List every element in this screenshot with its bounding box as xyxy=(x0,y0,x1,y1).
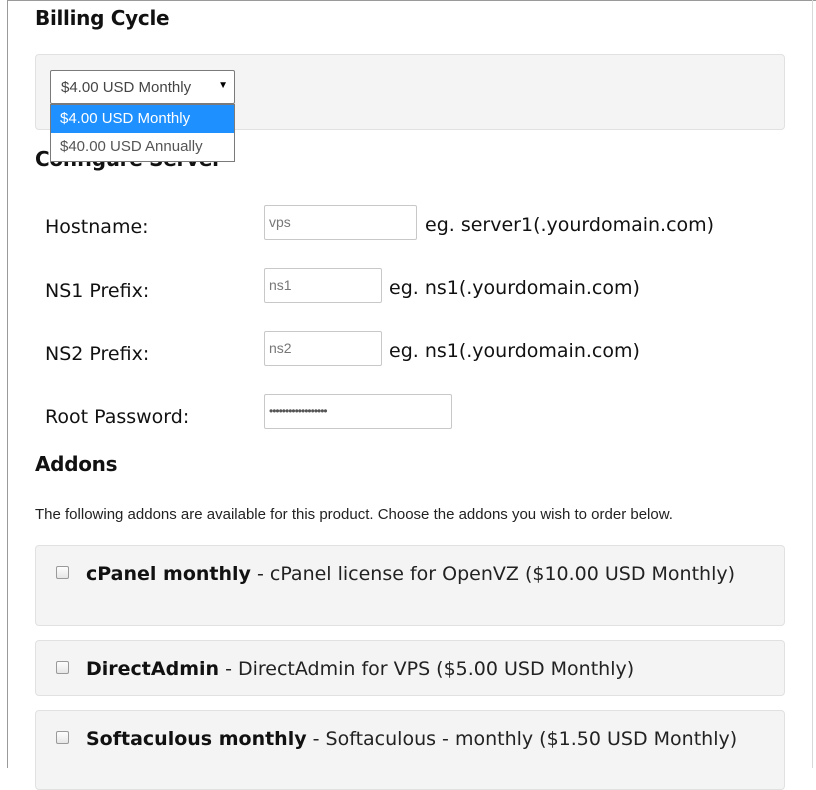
page-border-top xyxy=(7,0,816,1)
addon-checkbox[interactable] xyxy=(56,661,69,674)
addon-checkbox[interactable] xyxy=(56,731,69,744)
addon-item: DirectAdmin - DirectAdmin for VPS ($5.00… xyxy=(35,640,785,696)
addon-label[interactable]: cPanel monthly - cPanel license for Open… xyxy=(50,561,774,588)
addon-checkbox[interactable] xyxy=(56,566,69,579)
dropdown-arrow-icon: ▼ xyxy=(218,80,228,91)
addons-description: The following addons are available for t… xyxy=(35,506,673,523)
page-border-left xyxy=(7,0,8,768)
ns2-prefix-input[interactable]: ns2 xyxy=(264,331,382,366)
addon-name: cPanel monthly xyxy=(86,563,251,585)
addon-details: - Softaculous - monthly ($1.50 USD Month… xyxy=(306,728,738,750)
hostname-label: Hostname: xyxy=(45,216,149,238)
addons-title: Addons xyxy=(35,452,118,476)
ns2-prefix-label: NS2 Prefix: xyxy=(45,343,150,365)
addon-item: Softaculous monthly - Softaculous - mont… xyxy=(35,710,785,790)
root-password-input[interactable]: •••••••••••••••••• xyxy=(264,394,452,429)
addon-details: - DirectAdmin for VPS ($5.00 USD Monthly… xyxy=(219,658,635,680)
addon-label[interactable]: DirectAdmin - DirectAdmin for VPS ($5.00… xyxy=(50,656,774,683)
addon-name: Softaculous monthly xyxy=(86,728,307,750)
billing-cycle-dropdown-list: $4.00 USD Monthly $40.00 USD Annually xyxy=(50,104,235,162)
billing-cycle-selected-value: $4.00 USD Monthly xyxy=(61,79,192,96)
root-password-label: Root Password: xyxy=(45,406,190,428)
billing-cycle-title: Billing Cycle xyxy=(35,6,170,30)
addon-name: DirectAdmin xyxy=(86,658,220,680)
addon-item: cPanel monthly - cPanel license for Open… xyxy=(35,545,785,626)
ns1-prefix-label: NS1 Prefix: xyxy=(45,280,150,302)
hostname-hint: eg. server1(.yourdomain.com) xyxy=(425,214,715,236)
addon-details: - cPanel license for OpenVZ ($10.00 USD … xyxy=(250,563,736,585)
addon-label[interactable]: Softaculous monthly - Softaculous - mont… xyxy=(50,726,774,753)
ns1-prefix-hint: eg. ns1(.yourdomain.com) xyxy=(389,277,640,299)
ns2-prefix-hint: eg. ns1(.yourdomain.com) xyxy=(389,340,640,362)
billing-option-monthly[interactable]: $4.00 USD Monthly xyxy=(51,105,234,133)
page-border-right xyxy=(812,0,813,768)
billing-option-annually[interactable]: $40.00 USD Annually xyxy=(51,133,234,161)
hostname-input[interactable]: vps xyxy=(264,205,417,240)
billing-cycle-select[interactable]: $4.00 USD Monthly ▼ xyxy=(50,70,235,104)
ns1-prefix-input[interactable]: ns1 xyxy=(264,268,382,303)
